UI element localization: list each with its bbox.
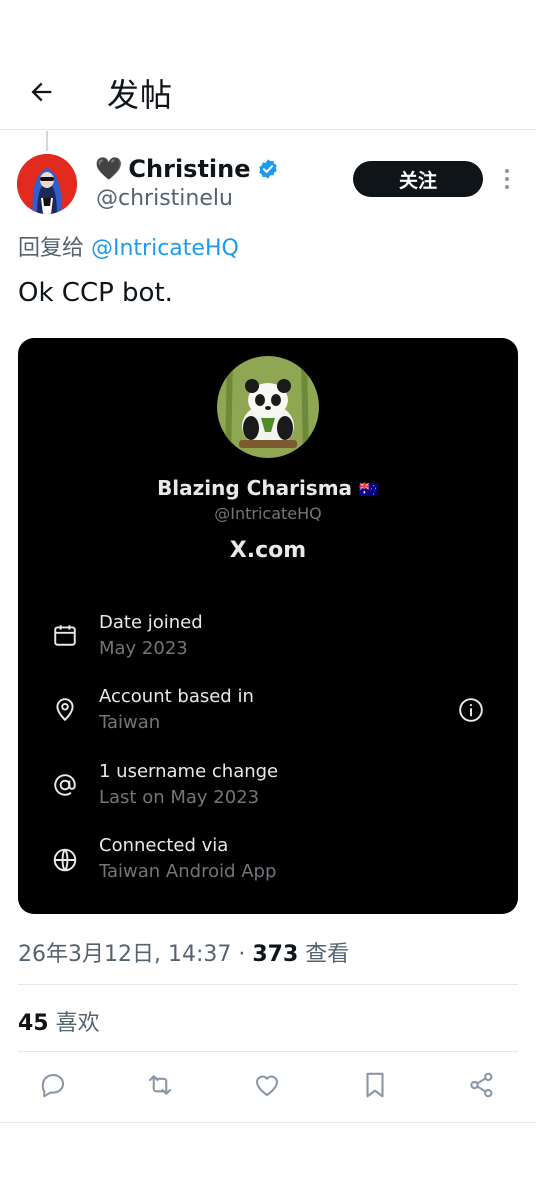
card-display-name: Blazing Charisma 🇦🇺 <box>157 476 379 500</box>
top-bar: 发帖 <box>0 50 536 130</box>
tweet-meta: 26年3月12日, 14:37 · 373 查看 <box>18 942 350 967</box>
avatar-image <box>17 154 77 214</box>
info-circle-icon <box>458 697 484 723</box>
info-title-account-based: Account based in <box>99 686 254 707</box>
info-sub-account-based: Taiwan <box>99 712 161 733</box>
tweet-datetime[interactable]: 26年3月12日, 14:37 <box>18 942 231 967</box>
card-handle: @IntricateHQ <box>214 504 322 523</box>
verified-badge-icon <box>258 159 277 179</box>
info-title-username-change: 1 username change <box>99 761 279 782</box>
at-sign-icon <box>52 772 78 798</box>
info-sub-username-change: Last on May 2023 <box>99 787 260 808</box>
author-name[interactable]: Christine <box>128 155 250 183</box>
repost-icon[interactable] <box>145 1070 175 1100</box>
info-title-connected-via: Connected via <box>99 835 229 856</box>
reply-prefix: 回复给 <box>18 236 91 261</box>
more-dots-icon <box>505 169 509 173</box>
action-bar <box>0 1070 536 1106</box>
panda-avatar <box>217 356 319 458</box>
info-title-date-joined: Date joined <box>99 612 203 633</box>
share-icon[interactable] <box>467 1070 497 1100</box>
globe-icon <box>52 847 78 873</box>
reply-context: 回复给 @IntricateHQ <box>18 230 239 262</box>
views-label: 查看 <box>298 942 350 967</box>
tweet-text: Ok CCP bot. <box>18 278 173 308</box>
likes-stat[interactable]: 45 喜欢 <box>18 1005 100 1037</box>
bookmark-icon[interactable] <box>360 1070 390 1100</box>
info-sub-connected-via: Taiwan Android App <box>99 861 277 882</box>
view-count: 373 <box>252 942 299 967</box>
likes-count: 45 <box>18 1011 49 1036</box>
info-sub-date-joined: May 2023 <box>99 638 188 659</box>
divider <box>0 1122 536 1123</box>
card-flag: 🇦🇺 <box>359 480 379 499</box>
card-site: X.com <box>229 538 307 563</box>
back-button[interactable] <box>22 72 62 112</box>
location-pin-icon <box>52 697 78 723</box>
heart-emoji: 🖤 <box>95 156 123 182</box>
author-handle[interactable]: @christinelu <box>96 186 233 211</box>
likes-label: 喜欢 <box>48 1011 100 1036</box>
follow-button[interactable]: 关注 <box>353 161 483 197</box>
thread-connector-line <box>46 131 48 151</box>
arrow-left-icon <box>31 82 52 102</box>
author-avatar[interactable] <box>17 154 77 214</box>
reply-icon[interactable] <box>38 1070 68 1100</box>
divider <box>18 984 518 985</box>
calendar-icon <box>52 622 78 648</box>
reply-mention-link[interactable]: @IntricateHQ <box>91 236 239 261</box>
like-icon[interactable] <box>252 1070 282 1100</box>
author-name-row: 🖤 Christine <box>95 154 279 184</box>
more-options-button[interactable] <box>496 164 518 194</box>
divider <box>18 1051 518 1052</box>
page-title: 发帖 <box>107 76 174 114</box>
media-image[interactable]: Blazing Charisma 🇦🇺 @IntricateHQ X.com D… <box>18 338 518 914</box>
